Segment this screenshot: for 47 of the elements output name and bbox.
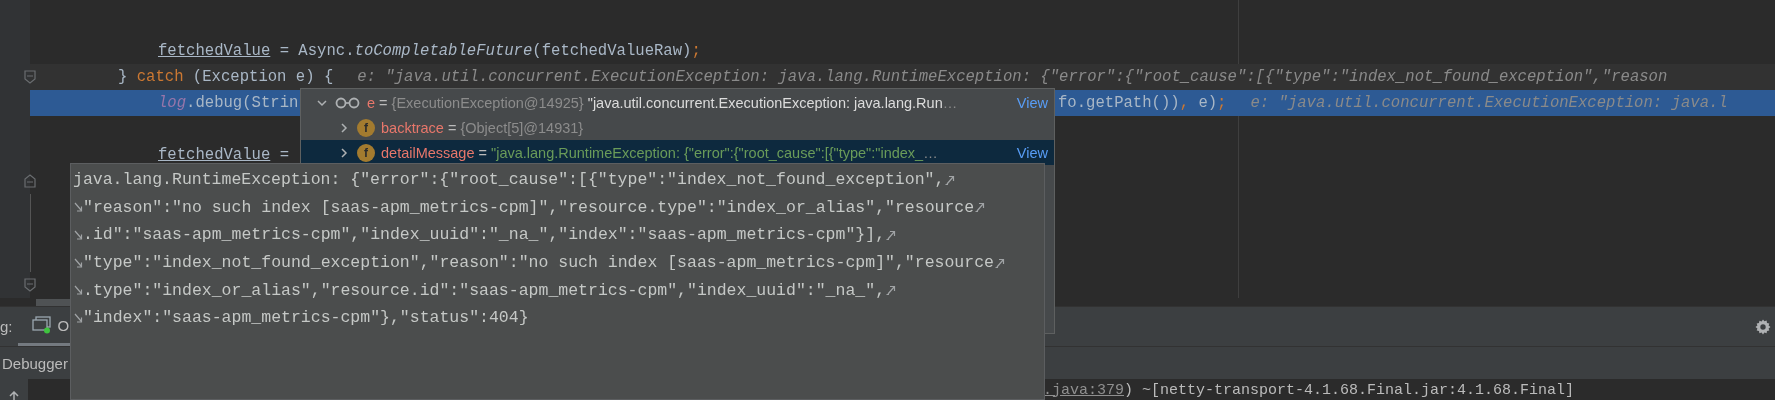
text-line: .type":"index_or_alias","resource.id":"saas-apm_metrics-cpm","index_uuid":"_na_", [83, 280, 886, 300]
code-text: fetchedValue = Async.toCompletableFuture(fetchedValueRaw); [158, 42, 701, 60]
settings-icon[interactable] [1755, 318, 1771, 335]
field-icon: f [357, 143, 375, 162]
code-text: fo.getPath()), e); [1058, 94, 1227, 112]
fold-icon[interactable] [24, 70, 36, 84]
chevron-icon[interactable] [339, 147, 349, 158]
view-link[interactable]: View [1012, 144, 1048, 161]
view-link[interactable]: View [1012, 94, 1048, 111]
field-icon: f [357, 118, 375, 137]
tree-row[interactable]: f detailMessage = "java.lang.RuntimeException: {"error":{"root_cause":[{"type":"index_… View [301, 140, 1054, 165]
inline-value-hint: e: "java.util.concurrent.ExecutionException: java.lang.RuntimeException: {"error":{"root_cause":[{"type":"index_not_found_exception","reason [357, 68, 1668, 86]
wrap-arrow-icon [73, 284, 83, 297]
variable-label: detailMessage = "java.lang.RuntimeException: {"error":{"root_cause":[{"type":"index_… [381, 144, 938, 161]
tree-row[interactable]: f backtrace = {Object[5]@14931} [301, 115, 1054, 140]
toolbar-label: g: [0, 318, 13, 335]
variable-label: e = {ExecutionException@14925} "java.util.concurrent.ExecutionException: java.lang.Run… [367, 94, 958, 111]
fold-icon[interactable] [24, 278, 36, 292]
wrap-arrow-icon [73, 229, 83, 241]
wrap-arrow-icon [885, 229, 898, 241]
wrap-arrow-icon [944, 173, 957, 186]
wrap-arrow-icon [993, 256, 1006, 269]
up-arrow-icon[interactable] [8, 391, 20, 400]
code-text: log.debug(Strin [158, 94, 299, 112]
wrap-arrow-icon [73, 201, 83, 214]
variable-label: backtrace = {Object[5]@14931} [381, 119, 584, 136]
glasses-icon [335, 96, 361, 109]
tree-row[interactable]: e = {ExecutionException@14925} "java.util.concurrent.ExecutionException: java.lang.Run… View [301, 90, 1054, 115]
code-text: fetchedValue = [158, 146, 289, 164]
console-line: .java:379) ~[netty-transport-4.1.68.Final.jar:4.1.68.Final] [1043, 381, 1575, 399]
source-link[interactable]: .java:379 [1043, 381, 1124, 399]
text-line: "reason":"no such index [saas-apm_metrics-cpm]","resource.type":"index_or_alias","resource [83, 197, 975, 217]
monitor-icon [31, 316, 52, 334]
wrap-arrow-icon [73, 311, 83, 324]
inline-value-hint: e: "java.util.concurrent.ExecutionException: java.l [1250, 94, 1728, 112]
text-line: .id":"saas-apm_metrics-cpm","index_uuid":"_na_","index":"saas-apm_metrics-cpm"}], [83, 225, 886, 245]
debugger-tab[interactable]: Debugger [0, 354, 70, 372]
wrap-arrow-icon [73, 256, 83, 269]
chevron-icon[interactable] [339, 122, 349, 133]
text-line: java.lang.RuntimeException: {"error":{"root_cause":[{"type":"index_not_found_exception", [73, 170, 945, 190]
text-line: "type":"index_not_found_exception","reason":"no such index [saas-apm_metrics-cpm]","resource [83, 253, 994, 273]
fold-icon[interactable] [24, 174, 36, 188]
wrap-arrow-icon [974, 201, 987, 214]
code-text: } catch (Exception e) { [118, 68, 334, 86]
chevron-icon[interactable] [317, 97, 327, 108]
wrap-arrow-icon [885, 284, 898, 297]
text-line: "index":"saas-apm_metrics-cpm"},"status":404} [83, 308, 529, 328]
